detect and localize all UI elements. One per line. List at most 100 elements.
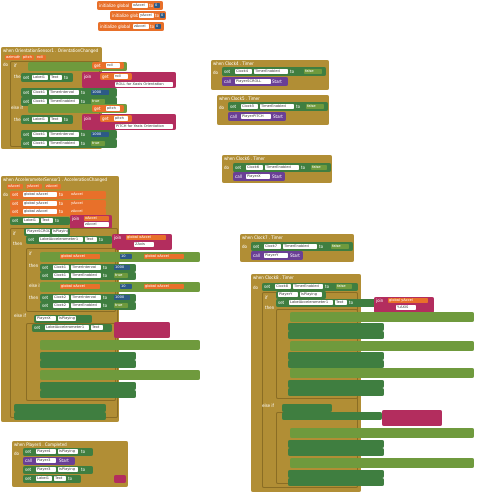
compare-block-5[interactable] [290, 458, 474, 468]
component-field[interactable]: Clock1 [32, 141, 47, 146]
bool-field[interactable]: true [114, 273, 128, 278]
compare-block-4[interactable] [290, 428, 474, 438]
property-field[interactable]: TimerEnabled [260, 104, 294, 109]
get-field[interactable]: zAccel [70, 209, 102, 214]
get-field[interactable]: global xAccel [144, 254, 184, 259]
compare-block-3[interactable] [290, 368, 474, 378]
component-field[interactable]: PlayerY [278, 292, 298, 297]
call-player-start[interactable]: call PlayerY Start [251, 251, 303, 260]
player-isplaying[interactable]: PlayerY IsPlaying [276, 291, 326, 299]
get-field[interactable]: global xAccel [60, 254, 100, 259]
get-field[interactable]: global xAccel [144, 284, 184, 289]
component-field[interactable]: PlayerSCROLL [26, 229, 50, 234]
set-clock-interval-4[interactable] [40, 382, 136, 390]
bool-field[interactable]: true [114, 303, 128, 308]
set-clock-interval[interactable]: set Clock1 TimerInterval to 1000 [40, 264, 136, 272]
property-field[interactable]: TimerEnabled [283, 244, 317, 249]
property-field[interactable]: Text [91, 325, 103, 330]
component-field[interactable]: Clock4 [235, 69, 252, 74]
component-field[interactable]: Clock8 [275, 284, 291, 289]
component-field[interactable]: Player3 [36, 458, 56, 463]
set-clock2-interval[interactable]: set Clock2 TimerInterval to 1000 [40, 294, 136, 302]
property-field[interactable]: Text [54, 476, 66, 481]
property-field[interactable]: TimerEnabled [49, 141, 79, 146]
component-field[interactable]: Label1 [32, 75, 48, 80]
component-field[interactable]: PlayerX [36, 316, 56, 321]
property-field[interactable]: TimerEnabled [293, 284, 323, 289]
property-field[interactable]: TimerInterval [49, 90, 79, 95]
component-field[interactable]: LabelAccelerometer1 [39, 237, 83, 242]
get-pitch-join[interactable]: get pitch [100, 115, 132, 122]
set-clock-interval-3[interactable] [40, 352, 136, 360]
param-pitch[interactable]: pitch [22, 55, 34, 60]
join-block-3[interactable] [114, 322, 170, 338]
component-field[interactable]: Player3 [36, 467, 56, 472]
text-literal[interactable] [114, 475, 126, 483]
set-clock-interval[interactable] [288, 323, 384, 331]
component-field[interactable]: Clock7 [264, 244, 281, 249]
get-field[interactable]: xAccel [70, 192, 102, 197]
set-clock-interval-2[interactable]: set Clock1 TimerInterval to 1000 [21, 130, 117, 139]
set-clock2-enabled[interactable]: set Clock2 TimerEnabled to true [40, 302, 136, 310]
component-field[interactable]: Label1 [32, 117, 48, 122]
component-field[interactable]: Clock1 [32, 90, 47, 95]
property-field[interactable]: TimerEnabled [71, 273, 101, 278]
bool-field[interactable]: false [331, 244, 349, 249]
call-player-start[interactable]: call PlayerPITCH Start [228, 112, 286, 121]
param-xaccel[interactable]: xAccel [7, 184, 23, 189]
param-zaccel[interactable]: zAccel [45, 184, 61, 189]
global-name-field[interactable]: zAccel [133, 24, 149, 29]
component-field[interactable]: LabelAccelerometer1 [289, 300, 333, 305]
global-value-field[interactable]: 0 [154, 3, 160, 8]
call-player-start[interactable]: call PlayerX Start [233, 172, 285, 181]
property-field[interactable]: TimerInterval [49, 132, 79, 137]
property-field[interactable]: Text [41, 218, 53, 223]
compare-block-2[interactable]: global xAccel 10 global xAccel [40, 282, 200, 292]
text-literal[interactable]: ROLL for Xaxis Orientation [107, 81, 175, 88]
join-block-2[interactable]: join global xAccel ZAxis [112, 234, 172, 250]
set-player3-playing[interactable]: set Player3 IsPlaying to [23, 466, 93, 474]
set-labelaccel-text[interactable]: set LabelAccelerometer1 Text to [26, 236, 112, 244]
component-field[interactable]: PlayerX [246, 174, 270, 179]
param-azimuth[interactable]: azimuth [5, 55, 20, 60]
set-clock-enabled[interactable]: set Clock1 TimerEnabled to true [40, 272, 136, 280]
player-isplaying[interactable]: PlayerSCROLL IsPlaying [24, 228, 70, 236]
get-pitch[interactable]: get pitch [92, 105, 124, 112]
param-roll[interactable]: roll [36, 55, 46, 60]
number-field[interactable]: 1000 [91, 90, 109, 95]
component-field[interactable]: Clock5 [241, 104, 258, 109]
text-field[interactable]: Y-AXIS [396, 305, 416, 310]
join-block-2[interactable] [382, 410, 442, 426]
compare-block-4[interactable] [40, 370, 200, 380]
join-block[interactable]: join xAccel zAccel [70, 215, 112, 229]
bool-field[interactable]: false [336, 284, 352, 289]
property-field[interactable]: IsPlaying [58, 316, 76, 321]
set-labelaccel-text-2[interactable] [282, 412, 382, 420]
compare-block-2[interactable] [290, 341, 474, 351]
set-clock-interval-5[interactable] [288, 470, 384, 478]
get-roll[interactable]: get roll [92, 62, 124, 69]
get-field[interactable]: global xAccel [126, 235, 166, 240]
global-name-field[interactable]: yAccel [139, 13, 154, 18]
set-global-x[interactable]: set global xAccel to xAccel [10, 191, 106, 199]
bool-field[interactable]: true [91, 141, 105, 146]
set-labelaccel-text[interactable]: set LabelAccelerometer1 Text to [276, 299, 376, 307]
set-labelaccel-text-2[interactable]: set LabelAccelerometer1 Text [32, 324, 112, 332]
text-field[interactable]: zAccel [84, 222, 109, 227]
text-field[interactable]: ROLL for Xaxis Orientation [115, 82, 173, 87]
set-clock-interval-2[interactable] [288, 352, 384, 360]
get-var-field[interactable]: roll [106, 63, 120, 68]
set-clock8-enabled[interactable]: set Clock8 TimerEnabled to false [262, 283, 358, 291]
property-field[interactable]: TimerInterval [71, 265, 101, 270]
set-player4-playing[interactable]: set Player4 IsPlaying to [23, 448, 93, 456]
player-y-isplaying[interactable] [282, 404, 332, 412]
call-player-start[interactable]: call PlayerSCROLL Start [222, 77, 288, 86]
bool-field[interactable]: false [311, 165, 327, 170]
bool-field[interactable]: false [304, 69, 322, 74]
compare-block[interactable] [290, 312, 474, 322]
global-init-xaccel[interactable]: initialize global xAccel to 0 [97, 1, 163, 10]
set-clock-enabled-4[interactable] [288, 448, 384, 456]
property-field[interactable]: Text [85, 237, 97, 242]
set-clock-enabled-5[interactable] [288, 478, 384, 486]
set-clock-enabled-2[interactable] [288, 360, 384, 368]
